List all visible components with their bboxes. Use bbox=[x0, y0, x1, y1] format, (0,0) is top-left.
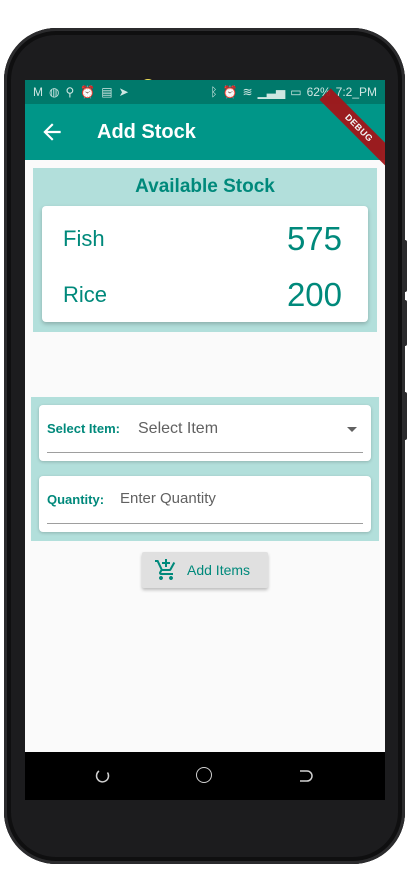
app-screen: M ◍ ⚲ ⏰ ▤ ➤ ᛒ ⏰ ≋ ▁▃▅ ▭ 62% 7:2_PM Add S… bbox=[25, 80, 385, 800]
status-right-icons: ᛒ ⏰ ≋ ▁▃▅ ▭ 62% 7:2_PM bbox=[210, 85, 377, 99]
quantity-label: Quantity: bbox=[47, 492, 105, 507]
page-title: Add Stock bbox=[97, 121, 196, 143]
stock-item-name: Fish bbox=[63, 226, 105, 251]
quantity-input[interactable]: Enter Quantity bbox=[120, 490, 216, 507]
alarm-icon: ⏰ bbox=[222, 85, 238, 99]
battery-icon: ▭ bbox=[290, 85, 302, 99]
select-item-field[interactable]: Select Item: Select Item bbox=[39, 405, 371, 461]
add-shopping-cart-icon bbox=[155, 559, 176, 580]
field-underline bbox=[47, 523, 363, 524]
calendar-icon: ▤ bbox=[101, 85, 113, 99]
recents-icon[interactable] bbox=[95, 768, 111, 784]
stock-row: Fish 575 bbox=[42, 214, 368, 264]
add-items-button[interactable]: Add Items bbox=[142, 552, 268, 588]
stock-item-quantity: 200 bbox=[286, 276, 342, 313]
select-item-label: Select Item: bbox=[47, 421, 120, 436]
gmail-icon: M bbox=[33, 85, 43, 99]
field-underline bbox=[47, 452, 363, 453]
back-nav-icon[interactable] bbox=[297, 768, 313, 784]
add-items-label: Add Items bbox=[187, 562, 251, 578]
available-stock-panel: Available Stock Fish 575 Rice 200 bbox=[33, 168, 377, 332]
send-icon: ➤ bbox=[118, 85, 129, 99]
select-item-dropdown[interactable]: Select Item bbox=[138, 420, 218, 438]
alarm-icon: ⏰ bbox=[80, 85, 96, 99]
stock-card: Fish 575 Rice 200 bbox=[42, 206, 368, 322]
location-icon: ⚲ bbox=[65, 85, 75, 99]
circle-icon: ◍ bbox=[49, 85, 60, 99]
signal-icon: ▁▃▅ bbox=[257, 85, 286, 99]
stock-item-quantity: 575 bbox=[286, 220, 342, 257]
stock-item-name: Rice bbox=[63, 282, 108, 307]
stock-row: Rice 200 bbox=[42, 270, 368, 320]
wifi-icon: ≋ bbox=[242, 85, 253, 99]
back-arrow-icon[interactable] bbox=[39, 119, 65, 145]
volume-button bbox=[403, 240, 407, 292]
side-button bbox=[403, 392, 407, 440]
available-stock-title: Available Stock bbox=[135, 176, 275, 197]
add-stock-form: Select Item: Select Item Quantity: Enter… bbox=[31, 397, 379, 541]
system-nav-bar bbox=[25, 752, 385, 800]
clock: 7:2_PM bbox=[335, 85, 377, 99]
home-icon[interactable] bbox=[196, 767, 212, 783]
app-bar: Add Stock DEBUG bbox=[25, 88, 385, 168]
quantity-field[interactable]: Quantity: Enter Quantity bbox=[39, 476, 371, 532]
power-button bbox=[403, 300, 407, 346]
bluetooth-icon: ᛒ bbox=[210, 85, 218, 99]
status-left-icons: M ◍ ⚲ ⏰ ▤ ➤ bbox=[33, 85, 129, 99]
dropdown-arrow-icon[interactable] bbox=[347, 427, 357, 432]
